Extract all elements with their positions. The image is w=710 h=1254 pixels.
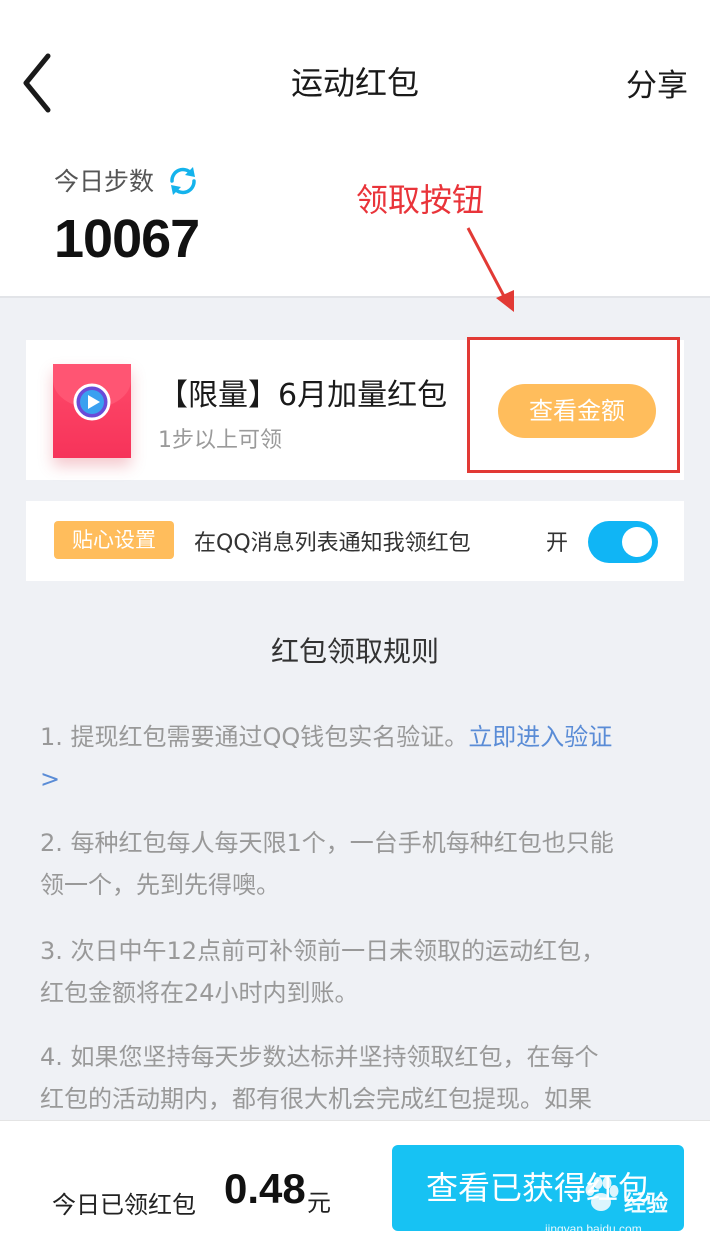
red-packet-title: 【限量】6月加量红包 — [158, 378, 448, 413]
rule-text-line1: 3. 次日中午12点前可补领前一日未领取的运动红包， — [40, 937, 606, 965]
setting-text: 在QQ消息列表通知我领红包 — [194, 531, 471, 556]
rules-title: 红包领取规则 — [270, 635, 439, 668]
rule-text-line2: 领一个，先到先得噢。 — [40, 871, 280, 899]
baidu-paw-icon — [585, 1177, 619, 1211]
steps-label: 今日步数 — [54, 167, 155, 196]
rule-text-line1: 4. 如果您坚持每天步数达标并坚持领取红包，在每个 — [40, 1043, 599, 1071]
verify-link[interactable]: 立即进入验证 — [468, 723, 612, 751]
rule-item-4: 4. 如果您坚持每天步数达标并坚持领取红包，在每个 红包的活动期内，都有很大机会… — [40, 1036, 680, 1120]
annotation-highlight-box — [467, 337, 680, 473]
toggle-knob — [622, 527, 652, 557]
watermark-text: 经验 — [624, 1192, 669, 1217]
annotation-arrow-icon — [466, 227, 514, 312]
setting-badge: 贴心设置 — [54, 521, 174, 559]
rule-text-line1: 2. 每种红包每人每天限1个，一台手机每种红包也只能 — [40, 829, 614, 857]
rule-item-2: 2. 每种红包每人每天限1个，一台手机每种红包也只能 领一个，先到先得噢。 — [40, 822, 680, 906]
steps-section: 今日步数 10067 — [0, 150, 710, 298]
received-amount: 0.48 — [224, 1165, 306, 1212]
rule-item-1: 1. 提现红包需要通过QQ钱包实名验证。立即进入验证 > — [40, 716, 680, 800]
notify-toggle[interactable] — [588, 521, 658, 563]
rule-text-line2: 红包金额将在24小时内到账。 — [40, 979, 359, 1007]
red-packet-image — [53, 364, 131, 458]
annotation-label: 领取按钮 — [356, 181, 485, 219]
received-unit: 元 — [307, 1189, 331, 1217]
verify-link-arrow[interactable]: > — [40, 765, 60, 793]
rule-text: 1. 提现红包需要通过QQ钱包实名验证。 — [40, 723, 469, 751]
toggle-label: 开 — [546, 531, 569, 556]
share-button[interactable]: 分享 — [626, 60, 688, 105]
page: 运动红包 分享 今日步数 10067 【限量】6月加量红包 1步以上可领 查看金… — [0, 0, 710, 1254]
steps-count: 10067 — [54, 209, 200, 269]
page-title: 运动红包 — [290, 64, 419, 102]
rule-text-line2: 红包的活动期内，都有很大机会完成红包提现。如果 — [40, 1085, 592, 1113]
refresh-icon[interactable] — [166, 164, 200, 198]
play-logo-icon — [73, 383, 111, 421]
received-label: 今日已领红包 — [52, 1191, 196, 1219]
red-packet-subtitle: 1步以上可领 — [158, 428, 282, 453]
nav-header: 运动红包 分享 — [0, 0, 710, 150]
notify-setting-row: 贴心设置 在QQ消息列表通知我领红包 开 — [26, 501, 684, 581]
watermark-url: jingyan.baidu.com — [545, 1222, 642, 1236]
rule-item-3: 3. 次日中午12点前可补领前一日未领取的运动红包， 红包金额将在24小时内到账… — [40, 930, 680, 1014]
